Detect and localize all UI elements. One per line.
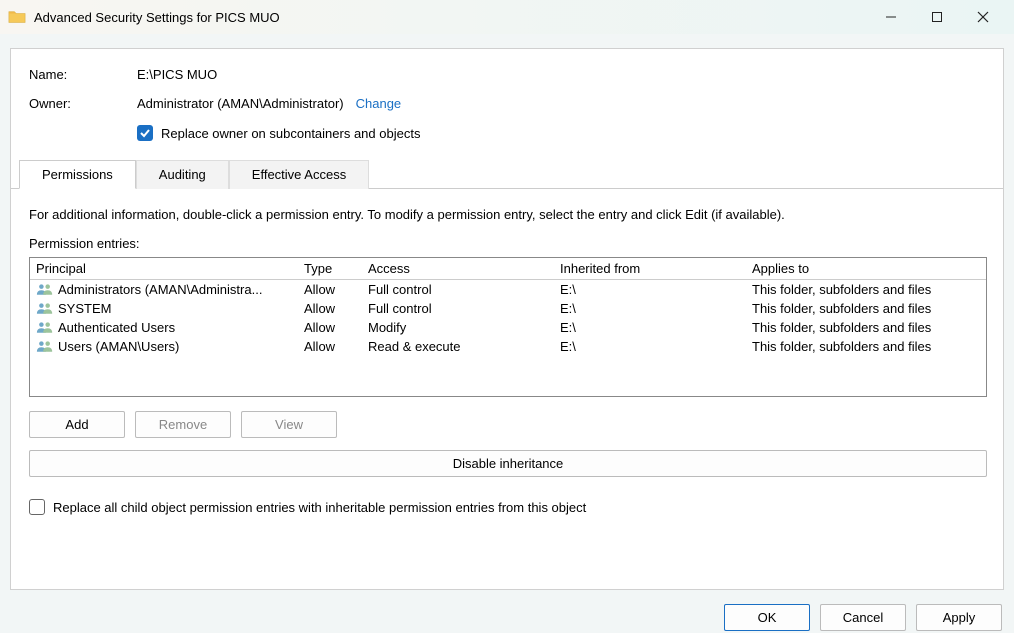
add-button[interactable]: Add	[29, 411, 125, 438]
tab-effective-access[interactable]: Effective Access	[229, 160, 369, 189]
replace-child-label: Replace all child object permission entr…	[53, 500, 586, 515]
ok-button[interactable]: OK	[724, 604, 810, 631]
minimize-button[interactable]	[868, 2, 914, 32]
table-header: Principal Type Access Inherited from App…	[30, 258, 986, 280]
group-icon	[36, 340, 54, 354]
cell-principal: Administrators (AMAN\Administra...	[58, 282, 262, 297]
cell-applies: This folder, subfolders and files	[752, 320, 980, 335]
col-principal[interactable]: Principal	[36, 261, 304, 276]
view-button[interactable]: View	[241, 411, 337, 438]
cell-applies: This folder, subfolders and files	[752, 301, 980, 316]
owner-value: Administrator (AMAN\Administrator)	[137, 96, 344, 111]
tab-auditing[interactable]: Auditing	[136, 160, 229, 189]
table-row[interactable]: SYSTEM AllowFull controlE:\This folder, s…	[30, 299, 986, 318]
table-row[interactable]: Users (AMAN\Users) AllowRead & executeE:\…	[30, 337, 986, 356]
cell-principal: Users (AMAN\Users)	[58, 339, 179, 354]
replace-owner-label: Replace owner on subcontainers and objec…	[161, 126, 420, 141]
cell-access: Full control	[368, 301, 560, 316]
titlebar: Advanced Security Settings for PICS MUO	[0, 0, 1014, 34]
cell-applies: This folder, subfolders and files	[752, 339, 980, 354]
group-icon	[36, 302, 54, 316]
name-value: E:\PICS MUO	[137, 67, 217, 82]
name-row: Name: E:\PICS MUO	[29, 67, 987, 82]
owner-row: Owner: Administrator (AMAN\Administrator…	[29, 96, 987, 111]
table-row[interactable]: Administrators (AMAN\Administra... AllowF…	[30, 280, 986, 299]
apply-button[interactable]: Apply	[916, 604, 1002, 631]
inheritance-row: Disable inheritance	[29, 450, 987, 477]
tab-strip: Permissions Auditing Effective Access	[11, 159, 1003, 189]
folder-icon	[8, 9, 26, 25]
cell-inherited: E:\	[560, 339, 752, 354]
replace-child-row: Replace all child object permission entr…	[29, 499, 987, 515]
dialog-footer: OK Cancel Apply	[0, 598, 1014, 631]
cell-principal: Authenticated Users	[58, 320, 175, 335]
replace-owner-row: Replace owner on subcontainers and objec…	[137, 125, 987, 141]
disable-inheritance-button[interactable]: Disable inheritance	[29, 450, 987, 477]
cell-access: Full control	[368, 282, 560, 297]
group-icon	[36, 321, 54, 335]
name-label: Name:	[29, 67, 137, 82]
remove-button[interactable]: Remove	[135, 411, 231, 438]
table-row[interactable]: Authenticated Users AllowModifyE:\This fo…	[30, 318, 986, 337]
cell-type: Allow	[304, 301, 368, 316]
maximize-button[interactable]	[914, 2, 960, 32]
owner-label: Owner:	[29, 96, 137, 111]
group-icon	[36, 283, 54, 297]
col-access[interactable]: Access	[368, 261, 560, 276]
replace-child-checkbox[interactable]	[29, 499, 45, 515]
table-body: Administrators (AMAN\Administra...AllowF…	[30, 280, 986, 396]
cell-principal: SYSTEM	[58, 301, 111, 316]
col-type[interactable]: Type	[304, 261, 368, 276]
window-title: Advanced Security Settings for PICS MUO	[34, 10, 868, 25]
cell-inherited: E:\	[560, 320, 752, 335]
tab-permissions[interactable]: Permissions	[19, 160, 136, 189]
main-panel: Name: E:\PICS MUO Owner: Administrator (…	[10, 48, 1004, 590]
cell-applies: This folder, subfolders and files	[752, 282, 980, 297]
entries-label: Permission entries:	[29, 236, 987, 251]
replace-owner-checkbox[interactable]	[137, 125, 153, 141]
cell-access: Read & execute	[368, 339, 560, 354]
cancel-button[interactable]: Cancel	[820, 604, 906, 631]
cell-type: Allow	[304, 282, 368, 297]
cell-type: Allow	[304, 339, 368, 354]
description-text: For additional information, double-click…	[29, 207, 987, 222]
col-inherited[interactable]: Inherited from	[560, 261, 752, 276]
close-button[interactable]	[960, 2, 1006, 32]
col-applies[interactable]: Applies to	[752, 261, 980, 276]
permission-table: Principal Type Access Inherited from App…	[29, 257, 987, 397]
cell-type: Allow	[304, 320, 368, 335]
cell-inherited: E:\	[560, 301, 752, 316]
entry-buttons: Add Remove View	[29, 411, 987, 438]
cell-inherited: E:\	[560, 282, 752, 297]
change-owner-link[interactable]: Change	[356, 96, 402, 111]
cell-access: Modify	[368, 320, 560, 335]
